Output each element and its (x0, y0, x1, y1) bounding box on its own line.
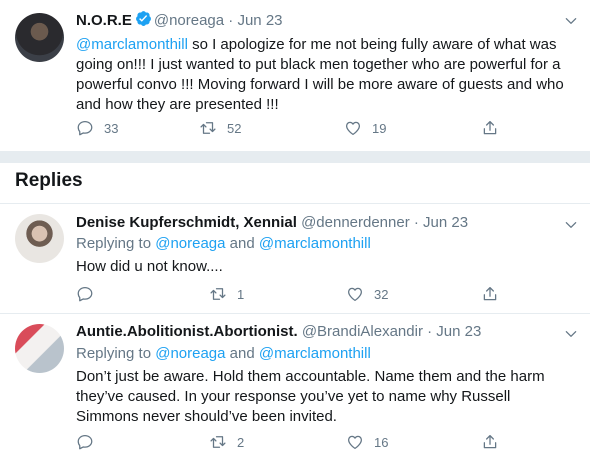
share-button[interactable] (481, 118, 499, 138)
reply-button[interactable]: 33 (76, 118, 118, 138)
share-icon (483, 120, 497, 135)
replying-to: Replying to @noreaga and @marclamonthill (76, 345, 371, 362)
mention-link[interactable]: @marclamonthill (76, 36, 188, 53)
retweet-icon (210, 436, 226, 448)
separator-dot: · (427, 323, 433, 340)
like-count: 19 (372, 120, 387, 136)
tweet-date[interactable]: Jun 23 (423, 214, 468, 231)
like-icon (347, 435, 363, 450)
replies-heading: Replies (15, 170, 83, 191)
reply-count: 33 (104, 120, 119, 136)
tweet-date[interactable]: Jun 23 (436, 323, 481, 340)
main-tweet: N.O.R.E @noreaga · Jun 23 @marclamonthill… (0, 0, 590, 151)
mention-link[interactable]: @noreaga (155, 235, 225, 252)
tweet-text: How did u not know.... (76, 258, 223, 275)
author-handle[interactable]: @noreaga (154, 12, 224, 29)
chevron-down-icon[interactable] (564, 327, 578, 341)
tweet-actions: 2 16 (76, 432, 506, 450)
tweet-actions: 1 32 (76, 284, 506, 304)
tweet-text: Don’t just be aware. Hold them accountab… (76, 368, 545, 425)
avatar[interactable] (15, 214, 64, 263)
replying-prefix: Replying to (76, 235, 156, 252)
retweet-count: 2 (237, 434, 245, 450)
verified-badge-icon (135, 11, 151, 26)
mention-link[interactable]: @noreaga (155, 345, 225, 362)
chevron-down-icon[interactable] (564, 218, 578, 232)
share-icon (483, 286, 497, 301)
share-button[interactable] (481, 432, 499, 450)
author-handle[interactable]: @dennerdenner (301, 214, 410, 231)
author-handle[interactable]: @BrandiAlexandir (302, 323, 423, 340)
replying-to: Replying to @noreaga and @marclamonthill (76, 235, 371, 252)
like-icon (345, 121, 361, 136)
reply-icon (77, 434, 93, 450)
retweet-button[interactable]: 1 (209, 284, 244, 304)
replying-and: and (225, 345, 259, 362)
retweet-button[interactable]: 52 (199, 118, 241, 138)
like-count: 16 (374, 434, 389, 450)
like-count: 32 (374, 286, 389, 302)
replying-prefix: Replying to (76, 345, 156, 362)
mention-link[interactable]: @marclamonthill (259, 235, 371, 252)
retweet-button[interactable]: 2 (209, 432, 244, 450)
retweet-icon (210, 288, 226, 300)
like-button[interactable]: 19 (344, 118, 386, 138)
reply-button[interactable] (76, 284, 104, 304)
mention-link[interactable]: @marclamonthill (259, 345, 371, 362)
author-name[interactable]: Denise Kupferschmidt, Xennial (76, 214, 297, 231)
section-separator (0, 151, 590, 163)
replying-and: and (225, 235, 259, 252)
reply-tweet: Denise Kupferschmidt, Xennial @dennerden… (0, 204, 590, 308)
like-button[interactable]: 32 (346, 284, 388, 304)
retweet-icon (200, 122, 216, 134)
share-button[interactable] (481, 284, 499, 304)
avatar[interactable] (15, 13, 64, 62)
tweet-header: N.O.R.E @noreaga · Jun 23 (76, 10, 283, 29)
reply-button[interactable] (76, 432, 104, 450)
like-icon (347, 287, 363, 302)
like-button[interactable]: 16 (346, 432, 388, 450)
reply-icon (77, 286, 93, 302)
reply-tweet: Auntie.Abolitionist.Abortionist. @Brandi… (0, 314, 590, 450)
chevron-down-icon[interactable] (564, 14, 578, 28)
tweet-date[interactable]: Jun 23 (237, 12, 282, 29)
separator-dot: · (228, 12, 234, 29)
retweet-count: 1 (237, 286, 245, 302)
author-name[interactable]: Auntie.Abolitionist.Abortionist. (76, 323, 298, 340)
tweet-text: @marclamonthill so I apologize for me no… (76, 35, 581, 115)
retweet-count: 52 (227, 120, 242, 136)
share-icon (483, 434, 497, 449)
tweet-actions: 33 52 19 (76, 118, 506, 138)
tweet-header: Auntie.Abolitionist.Abortionist. @Brandi… (76, 323, 481, 340)
separator-dot: · (413, 214, 419, 231)
tweet-header: Denise Kupferschmidt, Xennial @dennerden… (76, 214, 468, 231)
reply-icon (77, 120, 93, 136)
avatar[interactable] (15, 324, 64, 373)
author-name[interactable]: N.O.R.E (76, 12, 132, 29)
